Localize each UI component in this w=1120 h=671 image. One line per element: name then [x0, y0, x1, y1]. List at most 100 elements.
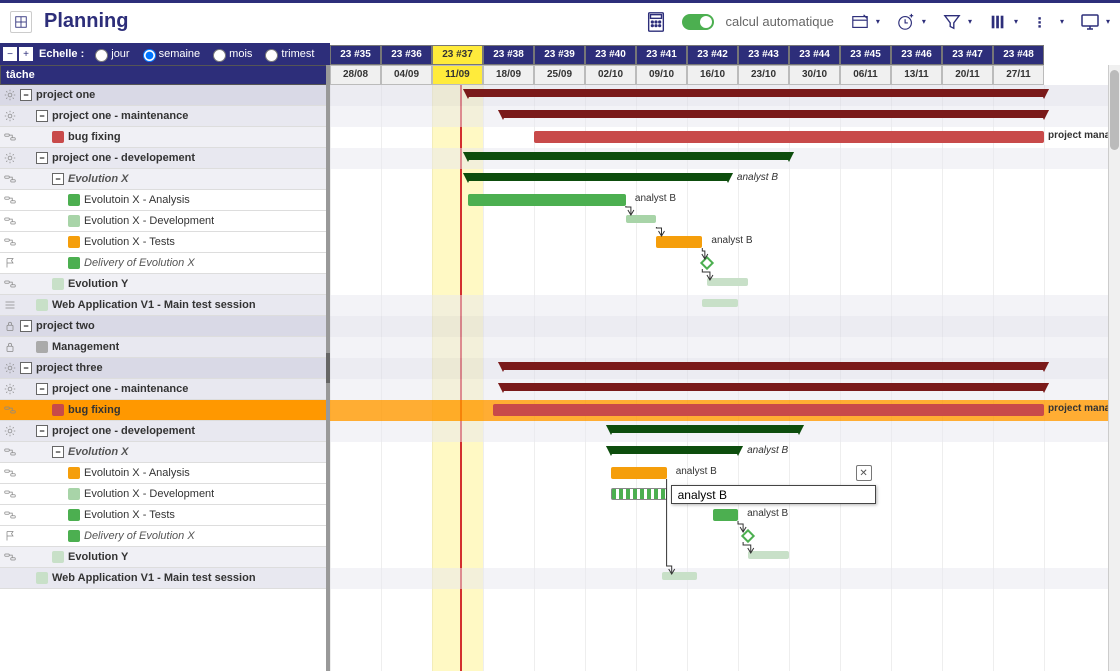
task-bar[interactable]: [611, 488, 667, 500]
vertical-scrollbar[interactable]: [1108, 65, 1120, 671]
scale-radio-trimest[interactable]: trimest: [260, 46, 314, 62]
task-row[interactable]: −project one - maintenance: [0, 106, 329, 127]
collapse-all-button[interactable]: −: [3, 47, 17, 61]
task-row[interactable]: Management: [0, 337, 329, 358]
auto-calc-label: calcul automatique: [726, 14, 834, 29]
collapse-button[interactable]: −: [20, 89, 32, 101]
add-time-button[interactable]: [892, 8, 920, 36]
scale-radio-jour[interactable]: jour: [90, 46, 129, 62]
summary-bar[interactable]: [611, 425, 800, 433]
gantt-row: [330, 463, 1120, 484]
filter-button[interactable]: [938, 8, 966, 36]
collapse-button[interactable]: −: [20, 362, 32, 374]
task-bar[interactable]: [656, 236, 702, 248]
gantt-row: [330, 337, 1120, 358]
link-icon: [0, 215, 20, 227]
task-row[interactable]: Evolution X - Development: [0, 484, 329, 505]
task-bar[interactable]: [702, 299, 738, 307]
date-header-cell: 27/11: [993, 65, 1044, 85]
chevron-down-icon[interactable]: ▾: [1014, 17, 1018, 26]
monitor-button[interactable]: [1076, 8, 1104, 36]
summary-bar[interactable]: [503, 362, 1044, 370]
week-header-cell: 23 #41: [636, 45, 687, 65]
task-row[interactable]: Evolution Y: [0, 547, 329, 568]
scale-radio-semaine[interactable]: semaine: [138, 46, 201, 62]
task-bar[interactable]: [611, 467, 667, 479]
summary-bar[interactable]: [503, 383, 1044, 391]
task-bar[interactable]: [468, 194, 626, 206]
resource-editor[interactable]: [671, 485, 876, 504]
week-header-cell: 23 #42: [687, 45, 738, 65]
collapse-button[interactable]: −: [36, 425, 48, 437]
week-header-cell: 23 #38: [483, 45, 534, 65]
task-label: Delivery of Evolution X: [84, 257, 195, 269]
task-row[interactable]: Delivery of Evolution X: [0, 253, 329, 274]
task-label: bug fixing: [68, 131, 121, 143]
chevron-down-icon[interactable]: ▾: [968, 17, 972, 26]
task-row[interactable]: −project three: [0, 358, 329, 379]
collapse-button[interactable]: −: [36, 110, 48, 122]
task-bar[interactable]: [493, 404, 1044, 416]
task-bar[interactable]: [662, 572, 698, 580]
collapse-button[interactable]: −: [36, 152, 48, 164]
collapse-button[interactable]: −: [36, 383, 48, 395]
task-label: Evolution X - Tests: [84, 509, 175, 521]
task-row[interactable]: Delivery of Evolution X: [0, 526, 329, 547]
collapse-button[interactable]: −: [20, 320, 32, 332]
task-row[interactable]: Evolution Y: [0, 274, 329, 295]
task-row[interactable]: −project one - maintenance: [0, 379, 329, 400]
chevron-down-icon[interactable]: ▾: [876, 17, 880, 26]
chevron-down-icon[interactable]: ▾: [1060, 17, 1064, 26]
date-header-cell: 13/11: [891, 65, 942, 85]
task-row[interactable]: Evolutoin X - Analysis: [0, 463, 329, 484]
link-icon: [0, 488, 20, 500]
gantt-panel[interactable]: 28/0804/0911/0918/0925/0902/1009/1016/10…: [330, 65, 1120, 671]
summary-bar[interactable]: [468, 152, 789, 160]
chevron-down-icon[interactable]: ▾: [1106, 17, 1110, 26]
gear-icon: [0, 152, 20, 164]
task-row[interactable]: −project one - developement: [0, 148, 329, 169]
column-splitter[interactable]: [326, 65, 330, 671]
task-bar[interactable]: [713, 509, 739, 521]
task-row[interactable]: −project one: [0, 85, 329, 106]
task-bar[interactable]: [534, 131, 1044, 143]
date-header-cell: 11/09: [432, 65, 483, 85]
resource-input[interactable]: [676, 487, 826, 503]
task-bar[interactable]: [748, 551, 789, 559]
task-row[interactable]: −Evolution X: [0, 442, 329, 463]
task-row[interactable]: −project two: [0, 316, 329, 337]
task-row[interactable]: Web Application V1 - Main test session: [0, 295, 329, 316]
scale-bar: − + Echelle : jour semaine mois trimest: [0, 43, 330, 65]
chevron-down-icon[interactable]: ▾: [922, 17, 926, 26]
scale-radio-mois[interactable]: mois: [208, 46, 252, 62]
editor-close-button[interactable]: ✕: [856, 465, 872, 481]
columns-button[interactable]: [984, 8, 1012, 36]
task-row[interactable]: −project one - developement: [0, 421, 329, 442]
collapse-button[interactable]: −: [52, 446, 64, 458]
date-header-cell: 20/11: [942, 65, 993, 85]
task-row[interactable]: Evolution X - Development: [0, 211, 329, 232]
week-header-cell: 23 #40: [585, 45, 636, 65]
task-row[interactable]: bug fixing: [0, 400, 329, 421]
expand-all-button[interactable]: +: [19, 47, 33, 61]
scale-label: Echelle :: [39, 48, 84, 60]
summary-bar[interactable]: [611, 446, 739, 454]
task-bar[interactable]: [707, 278, 748, 286]
task-bar[interactable]: [626, 215, 657, 223]
task-row[interactable]: −Evolution X: [0, 169, 329, 190]
gantt-row: [330, 316, 1120, 337]
task-row[interactable]: Evolutoin X - Analysis: [0, 190, 329, 211]
summary-bar[interactable]: [503, 110, 1044, 118]
calculator-icon[interactable]: [642, 8, 670, 36]
list-view-button[interactable]: [1030, 8, 1058, 36]
task-row[interactable]: Evolution X - Tests: [0, 505, 329, 526]
summary-bar[interactable]: [468, 89, 1044, 97]
save-plan-button[interactable]: [846, 8, 874, 36]
scrollbar-thumb[interactable]: [1110, 70, 1119, 150]
collapse-button[interactable]: −: [52, 173, 64, 185]
summary-bar[interactable]: [468, 173, 728, 181]
auto-calc-toggle[interactable]: [682, 14, 714, 30]
task-row[interactable]: Web Application V1 - Main test session: [0, 568, 329, 589]
task-row[interactable]: bug fixing: [0, 127, 329, 148]
task-row[interactable]: Evolution X - Tests: [0, 232, 329, 253]
